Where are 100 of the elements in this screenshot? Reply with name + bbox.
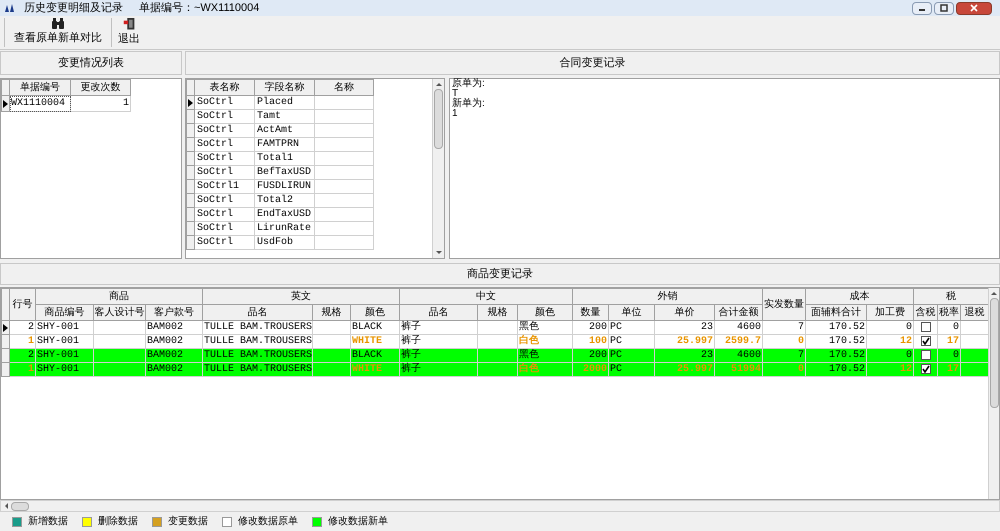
- table-row[interactable]: 2 SHY-001 BAM002 TULLE BAM.TROUSERS BLACK 裤子 黑色 200 PC 23 4600 7 170.52 0 0: [2, 320, 988, 334]
- table-cell[interactable]: FAMTPRN: [254, 138, 314, 152]
- table-cell: BAM002: [146, 362, 202, 376]
- maximize-button[interactable]: [934, 2, 954, 14]
- table-cell[interactable]: LirunRate: [254, 222, 314, 236]
- table-cell[interactable]: SoCtrl: [194, 96, 254, 110]
- window-title: 历史变更明细及记录: [24, 0, 123, 16]
- column-header[interactable]: 品名: [400, 304, 478, 320]
- panel-header: 商品变更记录: [0, 263, 1000, 285]
- table-cell: 1: [10, 362, 36, 376]
- scroll-up-arrow-icon[interactable]: [434, 81, 442, 87]
- legend-label: 修改数据原单: [238, 514, 298, 529]
- table-cell: 17: [938, 362, 960, 376]
- text-area[interactable]: 原单为: T 新单为: 1: [449, 78, 1000, 259]
- close-button[interactable]: [956, 2, 992, 14]
- column-header[interactable]: 行号: [10, 288, 36, 320]
- column-header[interactable]: 颜色: [350, 304, 400, 320]
- document-number: 单据编号：~WX1110004: [139, 0, 260, 16]
- table-cell[interactable]: 1: [70, 96, 130, 112]
- column-group-header: 税: [914, 288, 988, 304]
- table-cell[interactable]: EndTaxUSD: [254, 208, 314, 222]
- column-header[interactable]: 表名称: [194, 80, 254, 96]
- table-cell[interactable]: SoCtrl: [194, 208, 254, 222]
- column-header[interactable]: 税率: [938, 304, 960, 320]
- legend-label: 变更数据: [168, 514, 208, 529]
- table-cell[interactable]: UsdFob: [254, 236, 314, 250]
- column-header[interactable]: 单价: [654, 304, 714, 320]
- column-header[interactable]: 名称: [314, 80, 374, 96]
- column-header[interactable]: 单位: [608, 304, 654, 320]
- column-header[interactable]: 含税: [914, 304, 938, 320]
- table-cell[interactable]: SoCtrl: [194, 138, 254, 152]
- table-cell[interactable]: ActAmt: [254, 124, 314, 138]
- column-header[interactable]: 加工费: [866, 304, 914, 320]
- table-cell[interactable]: SoCtrl: [194, 222, 254, 236]
- app-icon: [4, 3, 16, 13]
- column-header[interactable]: 规格: [312, 304, 350, 320]
- table-cell[interactable]: SoCtrl: [194, 152, 254, 166]
- table-cell: 170.52: [806, 362, 866, 376]
- table-cell: SHY-001: [36, 362, 94, 376]
- maximize-icon: [940, 4, 948, 12]
- table-cell[interactable]: SoCtrl: [194, 194, 254, 208]
- scroll-left-arrow-icon[interactable]: [3, 502, 9, 510]
- column-header[interactable]: 退税: [960, 304, 988, 320]
- compare-button[interactable]: 查看原单新单对比: [4, 18, 112, 47]
- column-header[interactable]: 客户款号: [146, 304, 202, 320]
- scrollbar-thumb[interactable]: [434, 89, 443, 149]
- scroll-down-arrow-icon[interactable]: [434, 250, 442, 256]
- column-group-header: 商品: [36, 288, 202, 304]
- minimize-button[interactable]: [912, 2, 932, 14]
- panel-header: 变更情况列表: [0, 51, 182, 75]
- table-cell: 裤子: [400, 362, 478, 376]
- column-group-header: 中文: [400, 288, 572, 304]
- table-cell[interactable]: SoCtrl1: [194, 180, 254, 194]
- column-header[interactable]: 数量: [572, 304, 608, 320]
- table-cell[interactable]: SoCtrl: [194, 166, 254, 180]
- table-row[interactable]: 1 SHY-001 BAM002 TULLE BAM.TROUSERS WHITE 裤子 白色 2000 PC 25.997 51994 0 170.52 12 17: [2, 362, 988, 376]
- column-header[interactable]: 更改次数: [70, 80, 130, 96]
- column-header[interactable]: 规格: [478, 304, 518, 320]
- scroll-up-arrow-icon[interactable]: [990, 290, 998, 296]
- checkbox[interactable]: [920, 350, 930, 360]
- exit-button[interactable]: 退出: [112, 18, 146, 47]
- table-cell[interactable]: SoCtrl: [194, 236, 254, 250]
- column-header[interactable]: 面辅料合计: [806, 304, 866, 320]
- table-cell[interactable]: BefTaxUSD: [254, 166, 314, 180]
- column-header[interactable]: 客人设计号: [94, 304, 146, 320]
- column-group-header: 英文: [202, 288, 400, 304]
- table-cell: 25.997: [654, 362, 714, 376]
- table-row[interactable]: 2 SHY-001 BAM002 TULLE BAM.TROUSERS BLACK 裤子 黑色 200 PC 23 4600 7 170.52 0 0: [2, 348, 988, 362]
- column-header[interactable]: 颜色: [518, 304, 572, 320]
- table-row[interactable]: 1 SHY-001 BAM002 TULLE BAM.TROUSERS WHITE 裤子 白色 100 PC 25.997 2599.7 0 170.52 12 17: [2, 334, 988, 348]
- table-cell[interactable]: Placed: [254, 96, 314, 110]
- table-cell[interactable]: WX1110004: [10, 96, 70, 112]
- table-cell[interactable]: Total1: [254, 152, 314, 166]
- table-cell: TULLE BAM.TROUSERS: [202, 362, 312, 376]
- checkbox[interactable]: [920, 336, 930, 346]
- checkbox[interactable]: [920, 322, 930, 332]
- column-group-header: 外销: [572, 288, 762, 304]
- table-cell: 51994: [714, 362, 762, 376]
- table-cell[interactable]: SoCtrl: [194, 124, 254, 138]
- column-header[interactable]: 实发数量: [762, 288, 806, 320]
- table-cell: 白色: [518, 362, 572, 376]
- legend-label: 新增数据: [28, 514, 68, 529]
- column-header[interactable]: 商品编号: [36, 304, 94, 320]
- column-header[interactable]: 字段名称: [254, 80, 314, 96]
- legend-label: 修改数据新单: [328, 514, 388, 529]
- scrollbar-thumb[interactable]: [990, 298, 998, 408]
- table-cell[interactable]: SoCtrl: [194, 110, 254, 124]
- panel-header: 合同变更记录: [185, 51, 1000, 75]
- column-header[interactable]: 合计金额: [714, 304, 762, 320]
- column-header[interactable]: 品名: [202, 304, 312, 320]
- table-cell: WHITE: [350, 362, 400, 376]
- column-header[interactable]: 单据编号: [10, 80, 70, 96]
- scrollbar-thumb[interactable]: [11, 502, 29, 510]
- table-cell[interactable]: Tamt: [254, 110, 314, 124]
- table-cell: 0: [762, 362, 806, 376]
- table-cell[interactable]: Total2: [254, 194, 314, 208]
- table-cell[interactable]: FUSDLIRUN: [254, 180, 314, 194]
- checkbox[interactable]: [920, 364, 930, 374]
- exit-door-icon: [122, 18, 136, 30]
- legend-label: 删除数据: [98, 515, 138, 529]
